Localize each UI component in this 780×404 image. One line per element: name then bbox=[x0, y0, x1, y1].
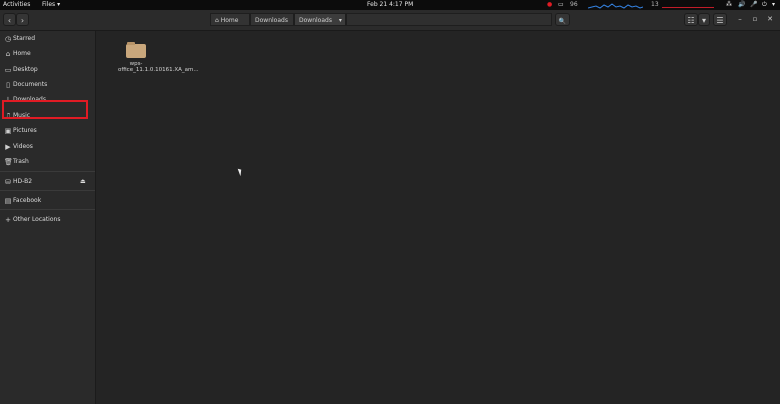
cpu-indicator: 96 bbox=[570, 1, 578, 8]
system-monitor-graph[interactable] bbox=[588, 0, 643, 10]
monitor-indicator-icon: ▭ bbox=[558, 1, 564, 8]
sidebar-item-facebook[interactable]: ▤ Facebook bbox=[0, 194, 95, 208]
header-bar: ‹ › ⌂ Home Downloads Downloads ▾ 🔍 ☷ ▾ ☰… bbox=[0, 10, 780, 31]
microphone-icon[interactable]: 🎤 bbox=[750, 1, 757, 9]
view-toggle-button[interactable]: ☷ bbox=[684, 13, 698, 26]
sidebar-item-trash[interactable]: 🗑 Trash bbox=[0, 155, 95, 169]
places-sidebar: ◷ Starred ⌂ Home ▭ Desktop ▯ Documents ↓… bbox=[0, 31, 96, 404]
search-icon: 🔍 bbox=[558, 18, 567, 25]
maximize-button[interactable]: ▫ bbox=[749, 13, 761, 26]
mouse-cursor-icon bbox=[237, 167, 244, 177]
system-menu-icon[interactable]: ▾ bbox=[772, 1, 775, 9]
sidebar-separator bbox=[0, 209, 95, 210]
sidebar-item-home[interactable]: ⌂ Home bbox=[0, 47, 95, 61]
breadcrumb-home[interactable]: ⌂ Home bbox=[210, 13, 250, 26]
video-icon: ▶ bbox=[5, 143, 11, 151]
breadcrumb-downloads-current[interactable]: Downloads ▾ bbox=[294, 13, 346, 26]
plus-icon: + bbox=[5, 216, 11, 224]
sidebar-separator bbox=[0, 171, 95, 172]
activities-button[interactable]: Activities bbox=[3, 1, 30, 9]
list-view-icon: ☷ bbox=[687, 16, 695, 25]
file-item[interactable]: wps-office_11.1.0.10161.XA_am... bbox=[118, 42, 199, 73]
app-menu-button[interactable]: Files ▾ bbox=[42, 1, 60, 9]
sidebar-item-other-locations[interactable]: + Other Locations bbox=[0, 213, 95, 227]
close-button[interactable]: ✕ bbox=[764, 13, 776, 26]
hamburger-menu-icon: ☰ bbox=[716, 16, 724, 25]
package-icon bbox=[126, 42, 146, 58]
back-icon: ‹ bbox=[7, 16, 12, 25]
path-dropdown-icon: ▾ bbox=[338, 17, 342, 24]
close-icon: ✕ bbox=[767, 15, 773, 23]
forward-button[interactable]: › bbox=[16, 13, 29, 26]
clock[interactable]: Feb 21 4:17 PM bbox=[367, 1, 413, 9]
search-button[interactable]: 🔍 bbox=[555, 13, 570, 26]
home-icon: ⌂ bbox=[5, 50, 11, 58]
sidebar-item-desktop[interactable]: ▭ Desktop bbox=[0, 63, 95, 77]
record-indicator-icon: ● bbox=[547, 1, 553, 8]
volume-icon[interactable]: 🔊 bbox=[738, 1, 745, 9]
sidebar-item-hd-b2[interactable]: ⛁ HD-B2 ⏏ bbox=[0, 175, 95, 189]
downloads-highlight-box bbox=[2, 100, 88, 119]
maximize-icon: ▫ bbox=[752, 15, 758, 23]
memory-indicator-bar bbox=[662, 7, 714, 8]
sidebar-item-starred[interactable]: ◷ Starred bbox=[0, 32, 95, 46]
trash-icon: 🗑 bbox=[4, 158, 13, 166]
path-bar-empty[interactable] bbox=[346, 13, 552, 26]
network-folder-icon: ▤ bbox=[4, 197, 12, 205]
sidebar-item-videos[interactable]: ▶ Videos bbox=[0, 140, 95, 154]
forward-icon: › bbox=[20, 16, 25, 25]
files-window: ‹ › ⌂ Home Downloads Downloads ▾ 🔍 ☷ ▾ ☰… bbox=[0, 10, 780, 404]
system-top-bar: Activities Files ▾ Feb 21 4:17 PM ● ▭ 96… bbox=[0, 0, 780, 10]
eject-icon[interactable]: ⏏ bbox=[80, 175, 86, 189]
minimize-icon: – bbox=[738, 15, 742, 23]
sidebar-separator bbox=[0, 190, 95, 191]
pictures-icon: ▣ bbox=[4, 127, 12, 135]
power-icon[interactable]: ⏻ bbox=[762, 1, 767, 9]
chevron-down-icon: ▾ bbox=[701, 16, 706, 25]
sidebar-item-pictures[interactable]: ▣ Pictures bbox=[0, 124, 95, 138]
main-menu-button[interactable]: ☰ bbox=[713, 13, 727, 26]
breadcrumb-downloads[interactable]: Downloads bbox=[250, 13, 294, 26]
back-button[interactable]: ‹ bbox=[3, 13, 16, 26]
desktop-icon: ▭ bbox=[4, 66, 12, 74]
network-icon[interactable]: ⁂ bbox=[726, 1, 732, 9]
sidebar-item-documents[interactable]: ▯ Documents bbox=[0, 78, 95, 92]
minimize-button[interactable]: – bbox=[734, 13, 746, 26]
file-name: wps-office_11.1.0.10161.XA_am... bbox=[118, 61, 199, 73]
star-icon: ◷ bbox=[4, 35, 12, 43]
drive-icon: ⛁ bbox=[5, 178, 11, 186]
view-options-button[interactable]: ▾ bbox=[698, 13, 710, 26]
net-indicator: 13 bbox=[651, 1, 659, 8]
document-icon: ▯ bbox=[6, 81, 10, 89]
